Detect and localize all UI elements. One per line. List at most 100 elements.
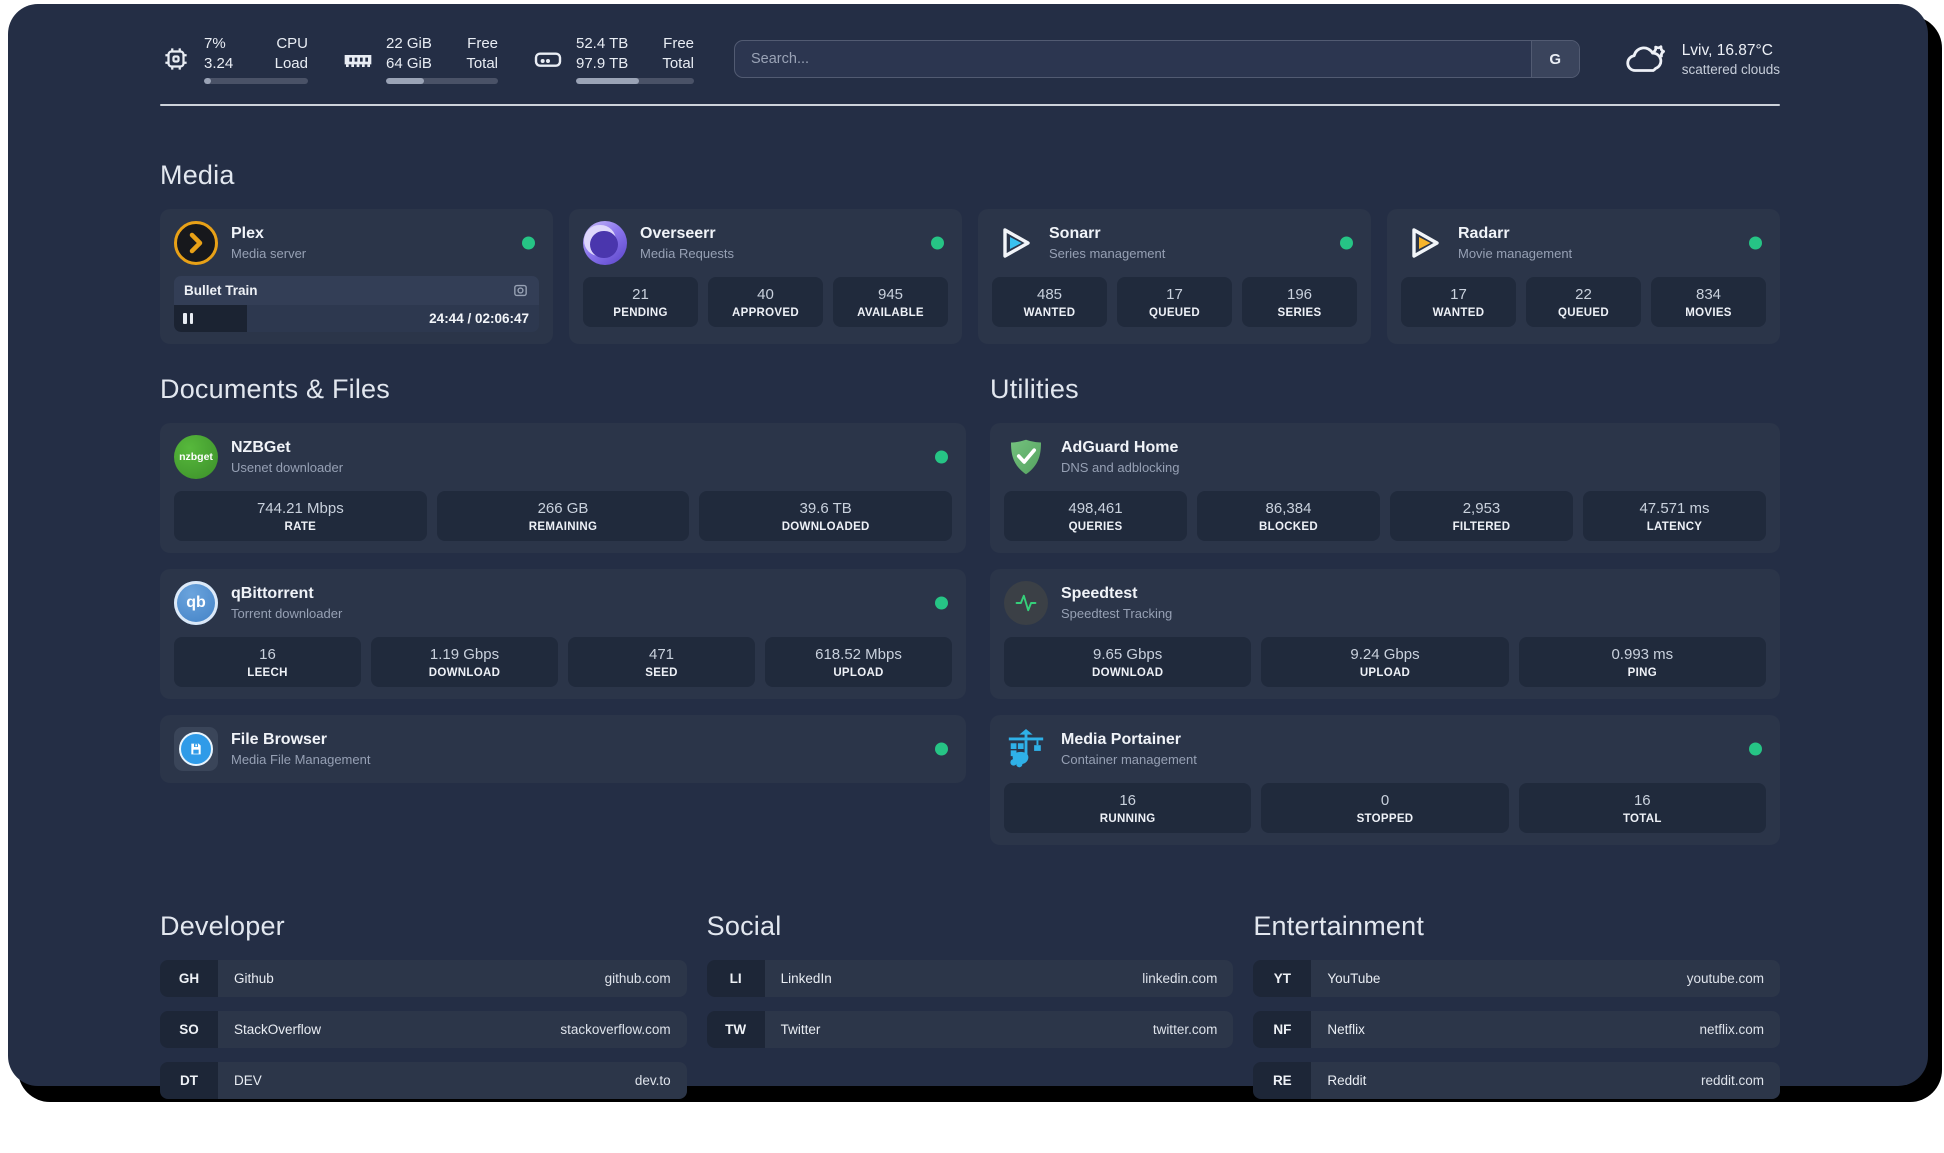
now-playing-title: Bullet Train <box>184 283 258 298</box>
app-card-nzbget[interactable]: nzbget NZBGet Usenet downloader 744.21 M… <box>160 423 966 553</box>
app-name: Media Portainer <box>1061 731 1182 748</box>
stat-tile: 196 SERIES <box>1242 277 1357 327</box>
app-card-qbittorrent[interactable]: qb qBittorrent Torrent downloader 16 LEE… <box>160 569 966 699</box>
stat-label: MOVIES <box>1685 307 1732 319</box>
app-card-sonarr[interactable]: Sonarr Series management 485 WANTED 17 Q… <box>978 209 1371 344</box>
bookmark-reddit[interactable]: RE Reddit reddit.com <box>1253 1062 1780 1099</box>
status-dot-online <box>1340 236 1353 250</box>
playback-progress-bar: 24:44 / 02:06:47 <box>174 305 539 332</box>
ram-total: 64 GiB <box>386 54 432 72</box>
status-dot-online <box>1749 236 1762 250</box>
stat-label: WANTED <box>1432 307 1485 319</box>
bookmark-name: Github <box>234 971 274 986</box>
status-dot-online <box>935 742 948 756</box>
section-title-media: Media <box>160 160 235 190</box>
header-bar: 7% 3.24 CPU Load 22 GiB 64 GiB Free Tota… <box>160 4 1780 84</box>
stat-tile: 744.21 Mbps RATE <box>174 491 427 541</box>
disk-progress-bar <box>576 78 694 84</box>
stat-label: PING <box>1627 667 1657 679</box>
bookmark-url: reddit.com <box>1700 1073 1764 1088</box>
stat-value: 196 <box>1286 286 1313 303</box>
cpu-load-label: Load <box>274 54 308 72</box>
cpu-percent: 7% <box>204 35 226 52</box>
app-name: Sonarr <box>1049 225 1101 242</box>
app-card-overseerr[interactable]: Overseerr Media Requests 21 PENDING 40 A… <box>569 209 962 344</box>
bookmark-dev[interactable]: DT DEV dev.to <box>160 1062 687 1099</box>
stat-label: RATE <box>284 521 317 533</box>
app-subtitle: Media server <box>231 246 307 261</box>
stat-label: DOWNLOAD <box>1091 667 1164 679</box>
app-card-adguard[interactable]: AdGuard Home DNS and adblocking 498,461 … <box>990 423 1780 553</box>
app-card-filebrowser[interactable]: File Browser Media File Management <box>160 715 966 783</box>
camera-icon <box>512 282 529 299</box>
stat-label: SERIES <box>1277 307 1322 319</box>
ram-total-label: Total <box>466 54 498 72</box>
stat-value: 39.6 TB <box>799 500 852 517</box>
disk-icon <box>532 43 564 75</box>
bookmark-stackoverflow[interactable]: SO StackOverflow stackoverflow.com <box>160 1011 687 1048</box>
bookmark-youtube[interactable]: YT YouTube youtube.com <box>1253 960 1780 997</box>
stat-label: TOTAL <box>1622 813 1662 825</box>
storage-metric: 52.4 TB 97.9 TB Free Total <box>532 34 694 84</box>
app-subtitle: Speedtest Tracking <box>1061 606 1173 621</box>
stat-value: 40 <box>757 286 774 303</box>
app-name: Plex <box>231 225 264 242</box>
bookmark-abbr: NF <box>1253 1011 1312 1048</box>
stat-value: 16 <box>1633 792 1651 809</box>
stat-tile: 1.19 Gbps DOWNLOAD <box>371 637 558 687</box>
stat-value: 266 GB <box>537 500 589 517</box>
nzbget-icon: nzbget <box>174 435 218 479</box>
bookmark-url: twitter.com <box>1152 1022 1218 1037</box>
cpu-label: CPU <box>276 35 308 52</box>
stat-value: 47.571 ms <box>1639 500 1710 517</box>
app-name: Radarr <box>1458 225 1510 242</box>
stat-tile: 498,461 QUERIES <box>1004 491 1187 541</box>
app-card-radarr[interactable]: Radarr Movie management 17 WANTED 22 QUE… <box>1387 209 1780 344</box>
bookmark-netflix[interactable]: NF Netflix netflix.com <box>1253 1011 1780 1048</box>
app-subtitle: Movie management <box>1458 246 1573 261</box>
stat-tile: 834 MOVIES <box>1651 277 1766 327</box>
bookmark-twitter[interactable]: TW Twitter twitter.com <box>706 1011 1234 1048</box>
section-title-social: Social <box>706 911 782 941</box>
app-subtitle: Media File Management <box>231 752 371 767</box>
bookmark-github[interactable]: GH Github github.com <box>160 960 687 997</box>
app-card-portainer[interactable]: Media Portainer Container management 16 … <box>990 715 1780 845</box>
stat-value: 21 <box>632 286 649 303</box>
bookmark-name: DEV <box>234 1073 262 1088</box>
search-input[interactable] <box>734 40 1580 78</box>
bookmark-linkedin[interactable]: LI LinkedIn linkedin.com <box>706 960 1234 997</box>
stat-label: DOWNLOAD <box>428 667 501 679</box>
stat-tile: 86,384 BLOCKED <box>1197 491 1380 541</box>
bookmark-abbr: YT <box>1253 960 1312 997</box>
stat-value: 0.993 ms <box>1611 646 1674 663</box>
weather-condition: scattered clouds <box>1681 61 1780 77</box>
stat-label: WANTED <box>1023 307 1076 319</box>
app-name: qBittorrent <box>231 585 314 602</box>
bookmark-abbr: SO <box>160 1011 218 1048</box>
stat-value: 2,953 <box>1462 500 1501 517</box>
overseerr-icon <box>583 221 627 265</box>
ram-progress-bar <box>386 78 498 84</box>
qbittorrent-icon: qb <box>174 581 218 625</box>
stat-tile: 945 AVAILABLE <box>833 277 948 327</box>
section-title-entertainment: Entertainment <box>1253 911 1425 941</box>
stat-tile: 22 QUEUED <box>1526 277 1641 327</box>
stat-tile: 47.571 ms LATENCY <box>1583 491 1766 541</box>
stat-label: UPLOAD <box>833 667 884 679</box>
playback-time: 24:44 / 02:06:47 <box>429 311 529 326</box>
speedtest-icon <box>1004 581 1048 625</box>
app-card-speedtest[interactable]: Speedtest Speedtest Tracking 9.65 Gbps D… <box>990 569 1780 699</box>
stat-label: QUEUED <box>1148 307 1200 319</box>
status-dot-online <box>1749 742 1762 756</box>
search-provider-button[interactable]: G <box>1530 41 1579 77</box>
stat-tile: 0.993 ms PING <box>1518 637 1766 687</box>
app-name: NZBGet <box>231 439 291 456</box>
stat-tile: 0 STOPPED <box>1261 783 1509 833</box>
stat-label: APPROVED <box>732 307 799 319</box>
stat-label: FILTERED <box>1452 521 1511 533</box>
stat-value: 485 <box>1036 286 1063 303</box>
app-card-plex[interactable]: Plex Media server Bullet Train 24:44 / 0… <box>160 209 553 344</box>
cpu-progress-bar <box>204 78 308 84</box>
stat-tile: 17 WANTED <box>1401 277 1516 327</box>
stat-tile: 618.52 Mbps UPLOAD <box>765 637 952 687</box>
